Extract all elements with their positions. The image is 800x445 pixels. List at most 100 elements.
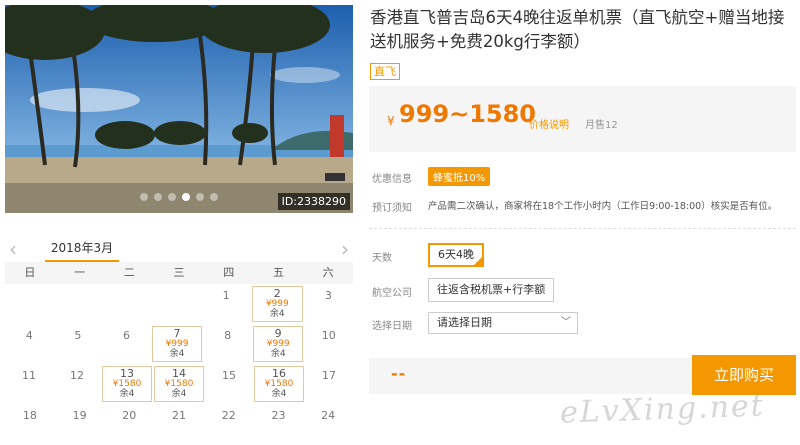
weekday-label: 五	[272, 266, 284, 279]
day-remaining: 余4	[119, 389, 135, 399]
day-number: 15	[222, 369, 236, 382]
calendar-day: 19	[55, 404, 105, 444]
calendar-day-available[interactable]: 2 ¥999 余4	[251, 286, 303, 322]
direct-flight-tag: 直飞	[370, 63, 400, 80]
total-price: --	[391, 364, 407, 383]
calendar-week-row: 11 12 13 ¥1580 余4 14 ¥1580 余4 15 16 ¥1580 余4 17	[5, 364, 353, 404]
calendar-day: 6	[102, 324, 151, 364]
day-number: 24	[321, 409, 336, 422]
calendar-day: 23	[254, 404, 304, 444]
day-number: 1	[222, 289, 230, 302]
day-number: 14	[172, 367, 186, 380]
day-number: 7	[173, 327, 181, 340]
divider	[369, 228, 796, 229]
calendar-day-available[interactable]: 16 ¥1580 余4	[254, 366, 304, 402]
watermark: eLvXing.net	[559, 388, 766, 431]
day-remaining: 余4	[171, 389, 187, 399]
day-number: 20	[122, 409, 137, 422]
day-remaining: 余4	[271, 389, 287, 399]
calendar-grid: 1 2 ¥999 余4 3 4 5 6 7 ¥999 余4 8 9 ¥999 余4 10 11 12 13 ¥1580…	[5, 284, 353, 444]
chevron-left-icon[interactable]: ‹	[9, 236, 17, 262]
date-select[interactable]: 请选择日期 ﹀	[428, 312, 578, 334]
day-number: 17	[322, 369, 336, 382]
calendar-day: 11	[5, 364, 53, 404]
price-note-link[interactable]: 价格说明	[529, 116, 569, 131]
airline-option[interactable]: 往返含税机票+行李额	[428, 278, 555, 302]
day-number: 4	[25, 329, 33, 342]
day-number: 21	[172, 409, 187, 422]
day-number: 6	[122, 329, 130, 342]
carousel-dot[interactable]	[140, 193, 148, 201]
calendar-day: 15	[205, 364, 253, 404]
calendar-day: 24	[303, 404, 353, 444]
calendar-day: 1	[202, 284, 251, 324]
day-number: 19	[72, 409, 87, 422]
carousel-dot[interactable]	[182, 193, 190, 201]
calendar-day-available[interactable]: 13 ¥1580 余4	[102, 366, 152, 402]
booking-label: 预订须知	[372, 203, 412, 214]
chevron-right-icon[interactable]: ›	[341, 236, 349, 262]
carousel-dot[interactable]	[196, 193, 204, 201]
day-number: 3	[324, 289, 332, 302]
photo-id-label: ID:2338290	[277, 193, 350, 210]
beach-image	[5, 5, 353, 213]
calendar-day: 21	[154, 404, 204, 444]
carousel-dot[interactable]	[154, 193, 162, 201]
days-label: 天数	[372, 253, 392, 264]
month-tab[interactable]: 2018年3月	[45, 236, 119, 262]
day-number: 13	[120, 367, 134, 380]
calendar-day	[54, 284, 103, 324]
day-number: 18	[22, 409, 37, 422]
day-price: ¥999	[266, 339, 290, 349]
day-price: ¥999	[165, 339, 189, 349]
date-label: 选择日期	[372, 321, 412, 332]
day-price: ¥1580	[264, 379, 294, 389]
calendar-weekday-header: 日一二三四五六	[5, 262, 353, 284]
weekday-label: 二	[123, 266, 135, 279]
calendar-day-available[interactable]: 9 ¥999 余4	[252, 326, 304, 362]
airline-label: 航空公司	[372, 288, 412, 299]
price-currency: ¥	[387, 114, 395, 128]
calendar-day	[152, 284, 201, 324]
calendar-day: 4	[5, 324, 54, 364]
calendar-week-row: 18 19 20 21 22 23 24	[5, 404, 353, 444]
calendar-day: 22	[204, 404, 254, 444]
calendar-day: 18	[5, 404, 55, 444]
day-number: 23	[271, 409, 286, 422]
day-number: 12	[70, 369, 84, 382]
calendar-day: 10	[304, 324, 353, 364]
chevron-down-icon: ﹀	[561, 317, 571, 328]
day-remaining: 余4	[269, 309, 285, 319]
weekday-label: 三	[173, 266, 185, 279]
day-remaining: 余4	[169, 349, 185, 359]
calendar-day: 3	[304, 284, 353, 324]
product-photo[interactable]: ID:2338290	[5, 5, 353, 213]
monthly-sold: 月售12	[585, 120, 618, 131]
calendar-nav: ‹ 2018年3月 ›	[5, 236, 353, 262]
day-number: 16	[272, 367, 286, 380]
calendar-day: 17	[305, 364, 353, 404]
calendar-day-available[interactable]: 7 ¥999 余4	[151, 326, 203, 362]
date-select-text: 请选择日期	[437, 316, 492, 329]
calendar-day: 12	[53, 364, 101, 404]
weekday-label: 六	[322, 266, 334, 279]
carousel-dot[interactable]	[168, 193, 176, 201]
calendar-day-available[interactable]: 14 ¥1580 余4	[154, 366, 204, 402]
day-number: 22	[221, 409, 236, 422]
calendar-week-row: 1 2 ¥999 余4 3	[5, 284, 353, 324]
day-price: ¥1580	[112, 379, 142, 389]
days-option[interactable]: 6天4晚	[428, 243, 484, 267]
calendar-day	[5, 284, 54, 324]
weekday-label: 四	[223, 266, 235, 279]
day-number: 11	[22, 369, 36, 382]
weekday-label: 日	[24, 266, 36, 279]
day-number: 8	[224, 329, 232, 342]
day-price: ¥1580	[164, 379, 194, 389]
carousel-dot[interactable]	[210, 193, 218, 201]
product-title: 香港直飞普吉岛6天4晚往返单机票（直飞航空+赠当地接送机服务+免费20kg行李额…	[370, 8, 785, 51]
page: ID:2338290 ‹ 2018年3月 › 日一二三四五六 1 2 ¥999 余4 3…	[0, 0, 800, 445]
promo-label: 优惠信息	[372, 174, 412, 185]
promo-badge: 蜂蜜抵10%	[428, 167, 491, 186]
day-number: 2	[273, 287, 281, 300]
price-box: ¥ 999~1580 价格说明 月售12	[369, 86, 796, 152]
